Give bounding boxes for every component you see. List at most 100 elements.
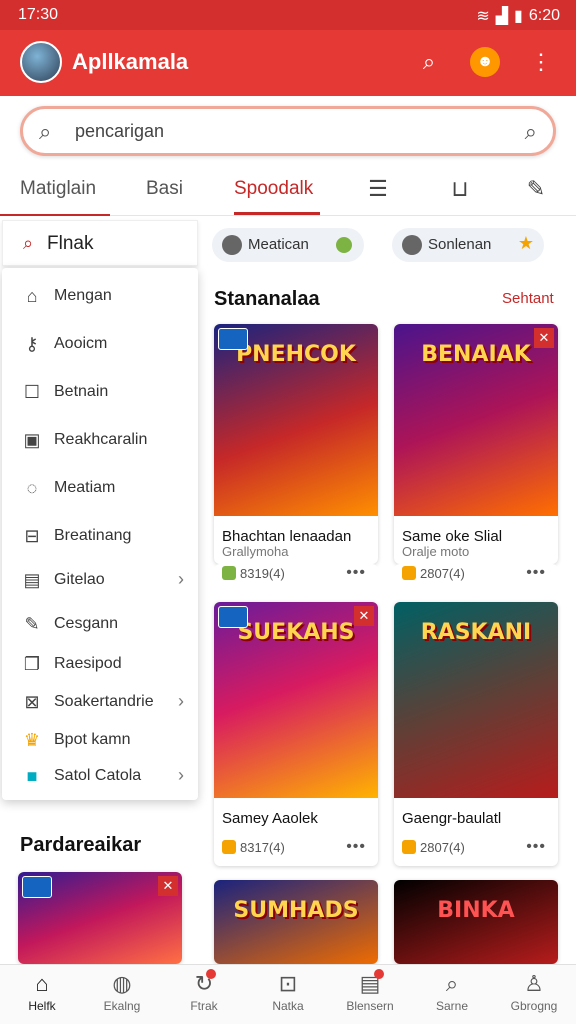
close-icon[interactable]: ✕ — [158, 876, 178, 896]
notification-dot — [206, 969, 216, 979]
list-icon[interactable]: ☰ — [364, 176, 392, 204]
close-icon[interactable]: ✕ — [534, 328, 554, 348]
square-icon: ☐ — [23, 382, 41, 402]
game-card[interactable]: SUMHADS — [214, 880, 378, 964]
cross-box-icon: ⊠ — [24, 692, 40, 712]
edit-icon[interactable]: ✎ — [522, 176, 550, 204]
status-time: 17:30 — [18, 6, 59, 23]
nav-ftrak[interactable]: ↻ Ftrak — [164, 971, 244, 1013]
globe-icon: ◍ — [112, 971, 132, 996]
chevron-right-icon: › — [178, 765, 184, 785]
badge-icon — [22, 876, 52, 898]
battery-icon: ▮ — [514, 8, 523, 25]
close-icon[interactable]: ✕ — [354, 606, 374, 626]
rating-icon — [402, 840, 416, 854]
app-logo — [20, 41, 62, 83]
menu-item-soakertandrie[interactable]: ⊠ Soakertandrie › — [2, 682, 198, 722]
tab-matiglain[interactable]: Matiglain — [20, 178, 96, 200]
chip-icon — [222, 235, 242, 255]
tab-spoodalk[interactable]: Spoodalk — [234, 178, 313, 200]
app-bar: Apllkamala ⌕ ☻ ⋮ — [0, 30, 576, 96]
tab-divider — [0, 214, 110, 216]
search-input[interactable]: ⌕ pencarigan ⌕ — [20, 106, 556, 156]
nav-sarne[interactable]: ⌕ Sarne — [412, 971, 492, 1013]
calendar-icon: ▤ — [23, 570, 41, 590]
menu-item-reakhcaralin[interactable]: ▣ Reakhcaralin — [2, 420, 198, 460]
signal-icon: ▟ — [495, 8, 509, 25]
chip-meatican[interactable]: Meatican — [212, 228, 364, 262]
search-placeholder: pencarigan — [75, 121, 165, 141]
game-card[interactable]: SUEKAHS ✕ Samey Aaolek 8317(4) ••• — [214, 602, 378, 866]
nav-blensern[interactable]: ▤ Blensern — [330, 971, 410, 1013]
pen-icon: ✎ — [24, 614, 40, 634]
wifi-icon: ≋ — [476, 8, 490, 25]
minus-box-icon: ⊟ — [24, 526, 40, 546]
list-icon: ▤ — [359, 971, 381, 996]
person-icon: ♙ — [524, 971, 544, 996]
game-card[interactable]: BENAIAK ✕ Same oke Slial Oralje moto — [394, 324, 558, 564]
key-icon: ⚷ — [25, 334, 39, 354]
tab-bar: Matiglain Basi Spoodalk ☰ ⊔ ✎ — [0, 166, 576, 216]
more-vert-icon[interactable]: ⋮ — [526, 47, 556, 77]
menu-item-raesipod[interactable]: ❐ Raesipod — [2, 644, 198, 684]
more-icon[interactable]: ••• — [526, 564, 546, 582]
chat-icon: ◌ — [26, 478, 38, 498]
nav-home[interactable]: ⌂ Helfk — [2, 971, 82, 1013]
user-icon[interactable]: ☻ — [470, 47, 500, 77]
app-icon: ■ — [26, 766, 38, 786]
section-title: Stananalaa — [214, 288, 320, 310]
menu-item-meatiam[interactable]: ◌ Meatiam — [2, 468, 198, 508]
menu-item-bpotkamn[interactable]: ♛ Bpot kamn — [2, 720, 198, 760]
rating-icon — [402, 566, 416, 580]
nav-natka[interactable]: ⊡ Natka — [248, 971, 328, 1013]
menu-item-aooicm[interactable]: ⚷ Aooicm — [2, 324, 198, 364]
search-submit-icon[interactable]: ⌕ — [525, 119, 537, 145]
menu-item-satolcatola[interactable]: ■ Satol Catola › — [2, 756, 198, 796]
search-icon: ⌕ — [23, 233, 34, 253]
menu-item-gitelao[interactable]: ▤ Gitelao › — [2, 560, 198, 600]
nav-gbrogng[interactable]: ♙ Gbrogng — [494, 971, 574, 1013]
rating-icon — [222, 566, 236, 580]
bottom-nav: ⌂ Helfk ◍ Ekalng ↻ Ftrak ⊡ Natka ▤ Blens… — [0, 964, 576, 1024]
chevron-right-icon: › — [178, 569, 184, 589]
status-dot-icon — [336, 237, 352, 253]
chevron-right-icon: › — [178, 691, 184, 711]
chip-icon — [402, 235, 422, 255]
badge-icon — [218, 606, 248, 628]
badge-icon — [218, 328, 248, 350]
home-icon: ⌂ — [35, 971, 49, 996]
copy-icon: ❐ — [23, 654, 41, 674]
chip-sonlenan[interactable]: Sonlenan ★ — [392, 228, 544, 262]
game-card[interactable]: ✕ — [18, 872, 182, 964]
game-icon[interactable]: ⊔ — [446, 176, 474, 204]
star-icon: ★ — [517, 233, 534, 253]
game-card[interactable]: RASKANI Gaengr-baulatl 2807(4) ••• — [394, 602, 558, 866]
status-bar: 17:30 ≋ ▟ ▮ 6:20 — [0, 0, 576, 30]
see-all-link[interactable]: Sehtant — [502, 290, 554, 307]
home-icon: ⌂ — [26, 286, 38, 306]
refresh-icon: ↻ — [194, 971, 214, 996]
more-icon[interactable]: ••• — [346, 564, 366, 582]
menu-item-cesgann[interactable]: ✎ Cesgann — [2, 604, 198, 644]
notification-dot — [374, 969, 384, 979]
more-icon[interactable]: ••• — [346, 838, 366, 856]
menu-item-breatinang[interactable]: ⊟ Breatinang — [2, 516, 198, 556]
menu-item-mengan[interactable]: ⌂ Mengan — [2, 276, 198, 316]
box-icon: ⊡ — [278, 971, 298, 996]
filter-dropdown[interactable]: ⌕ Flnak — [2, 220, 198, 266]
menu-item-betnain[interactable]: ☐ Betnain — [2, 372, 198, 412]
game-card[interactable]: PNEHCOK Bhachtan lenaadan Grallymoha — [214, 324, 378, 564]
nav-ekalng[interactable]: ◍ Ekalng — [82, 971, 162, 1013]
section-title-2: Pardareaikar — [20, 834, 142, 856]
tab-basi[interactable]: Basi — [146, 178, 183, 200]
search-icon: ⌕ — [445, 971, 459, 996]
card-footer: 2807(4) ••• — [394, 564, 558, 594]
active-tab-indicator — [234, 212, 320, 215]
more-icon[interactable]: ••• — [526, 838, 546, 856]
dropdown-menu: ⌂ Mengan ⚷ Aooicm ☐ Betnain ▣ Reakhcaral… — [2, 268, 198, 800]
status-clock: 6:20 — [528, 7, 560, 24]
search-icon: ⌕ — [39, 119, 52, 144]
game-card[interactable]: BINKA — [394, 880, 558, 964]
search-icon[interactable]: ⌕ — [414, 47, 444, 77]
card-footer: 8319(4) ••• — [214, 564, 378, 594]
